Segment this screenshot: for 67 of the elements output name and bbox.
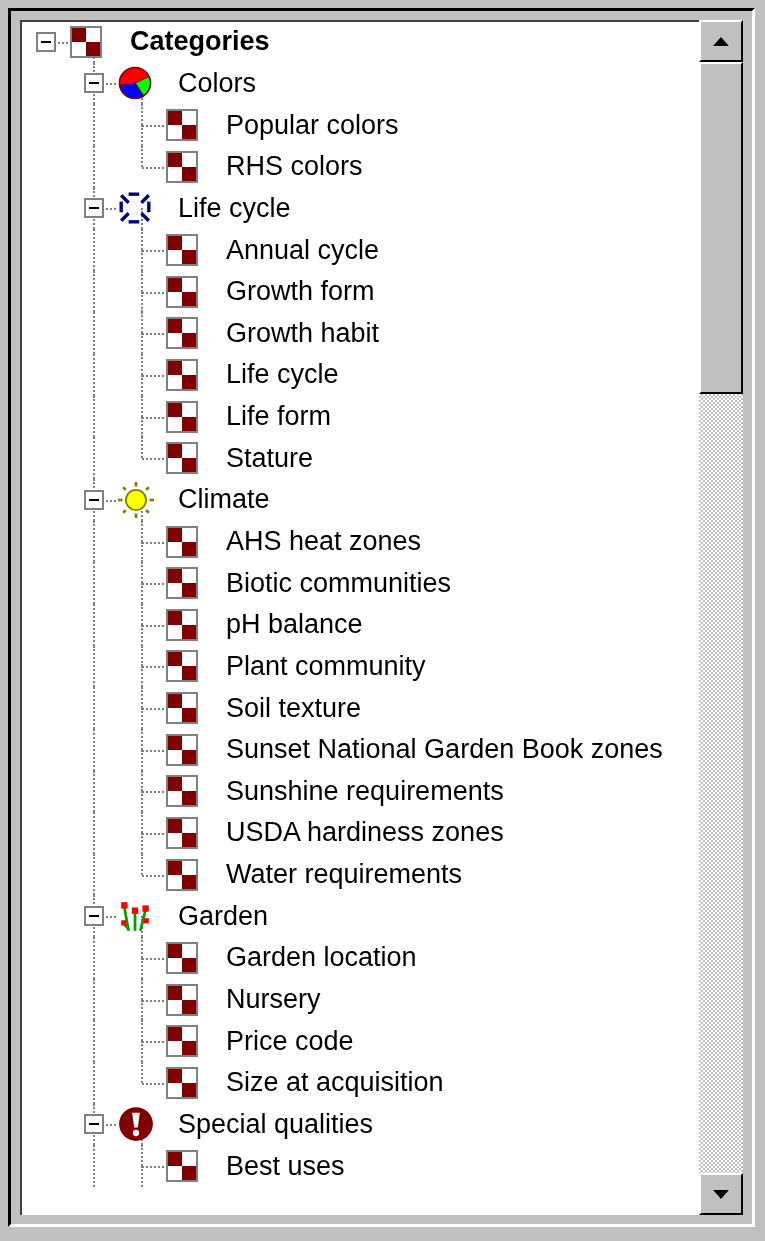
tree-item-label[interactable]: Biotic communities <box>214 562 452 604</box>
tree-item-label[interactable]: Water requirements <box>214 853 463 896</box>
tree-item-label[interactable]: Soil texture <box>214 687 362 729</box>
exclamation-icon <box>118 1106 154 1143</box>
tree-item-label[interactable]: Climate <box>166 479 270 521</box>
checkered-square-icon <box>166 983 198 1016</box>
tree-item-label[interactable]: Life cycle <box>166 187 291 230</box>
tree-item-label[interactable]: Sunset National Garden Book zones <box>214 728 663 771</box>
tree-item-label[interactable]: Categories <box>118 22 270 63</box>
up-arrow-icon <box>713 36 729 46</box>
collapse-toggle[interactable] <box>84 489 104 510</box>
checkered-square-icon <box>166 858 198 891</box>
down-arrow-icon <box>713 1189 729 1199</box>
checkered-square-icon <box>166 941 198 974</box>
checkered-square-icon <box>166 275 198 308</box>
collapse-toggle[interactable] <box>84 73 104 94</box>
tree-item-label[interactable]: Colors <box>166 62 257 105</box>
collapse-toggle[interactable] <box>84 906 104 927</box>
vertical-scrollbar[interactable] <box>699 20 743 1215</box>
tree-item-label[interactable]: Life cycle <box>214 354 339 396</box>
checkered-square-icon <box>166 650 198 683</box>
sun-icon <box>118 481 154 518</box>
tree-item-label[interactable]: Growth form <box>214 270 375 313</box>
checkered-square-icon <box>166 608 198 641</box>
scroll-down-button[interactable] <box>699 1173 743 1215</box>
tree-item-label[interactable]: Garden location <box>214 937 417 979</box>
scroll-thumb[interactable] <box>699 62 743 394</box>
checkered-square-icon <box>166 400 198 433</box>
tree-item-label[interactable]: pH balance <box>214 603 363 646</box>
checkered-square-icon <box>166 817 198 849</box>
scroll-up-button[interactable] <box>699 20 743 62</box>
tree-item-label[interactable]: Plant community <box>214 645 426 688</box>
circular-arrows-icon <box>118 191 152 226</box>
flowers-icon <box>118 899 152 934</box>
collapse-toggle[interactable] <box>84 1114 104 1135</box>
tree-item-label[interactable]: Special qualities <box>166 1103 374 1146</box>
tree-item-label[interactable]: USDA hardiness zones <box>214 812 504 854</box>
checkered-square-icon <box>166 525 198 558</box>
tree-item-label[interactable]: Garden <box>166 895 269 938</box>
checkered-square-icon <box>166 317 198 350</box>
checkered-square-icon <box>166 567 198 600</box>
tree-item-label[interactable]: Nursery <box>214 978 321 1021</box>
checkered-square-icon <box>166 1025 198 1058</box>
collapse-toggle[interactable] <box>36 31 56 52</box>
tree-item-label[interactable]: Life form <box>214 395 332 438</box>
tree-item-label[interactable]: RHS colors <box>214 145 363 188</box>
tree-item-label[interactable]: Popular colors <box>214 104 399 146</box>
tree-item-label[interactable]: Growth habit <box>214 312 380 355</box>
tree-item-label[interactable]: Annual cycle <box>214 229 380 271</box>
checkered-square-icon <box>166 150 198 183</box>
tree-item-label[interactable]: Best uses <box>214 1145 345 1187</box>
checkered-square-icon <box>166 234 198 266</box>
checkered-square-icon <box>166 692 198 725</box>
tree-item-label[interactable]: Price code <box>214 1020 354 1062</box>
collapse-toggle[interactable] <box>84 198 104 219</box>
checkered-square-icon <box>166 358 198 391</box>
tree-item-label[interactable]: AHS heat zones <box>214 520 422 563</box>
checkered-square-icon <box>166 1066 198 1099</box>
pie-chart-icon <box>118 66 152 101</box>
checkered-square-icon <box>166 442 198 475</box>
checkered-square-icon <box>166 109 198 142</box>
checkered-square-icon <box>166 775 198 808</box>
checkered-square-icon <box>166 1150 198 1183</box>
tree-item-label[interactable]: Sunshine requirements <box>214 770 504 813</box>
checkered-square-icon <box>166 733 198 766</box>
tree-item-label[interactable]: Size at acquisition <box>214 1062 444 1104</box>
tree-item-label[interactable]: Stature <box>214 437 314 480</box>
